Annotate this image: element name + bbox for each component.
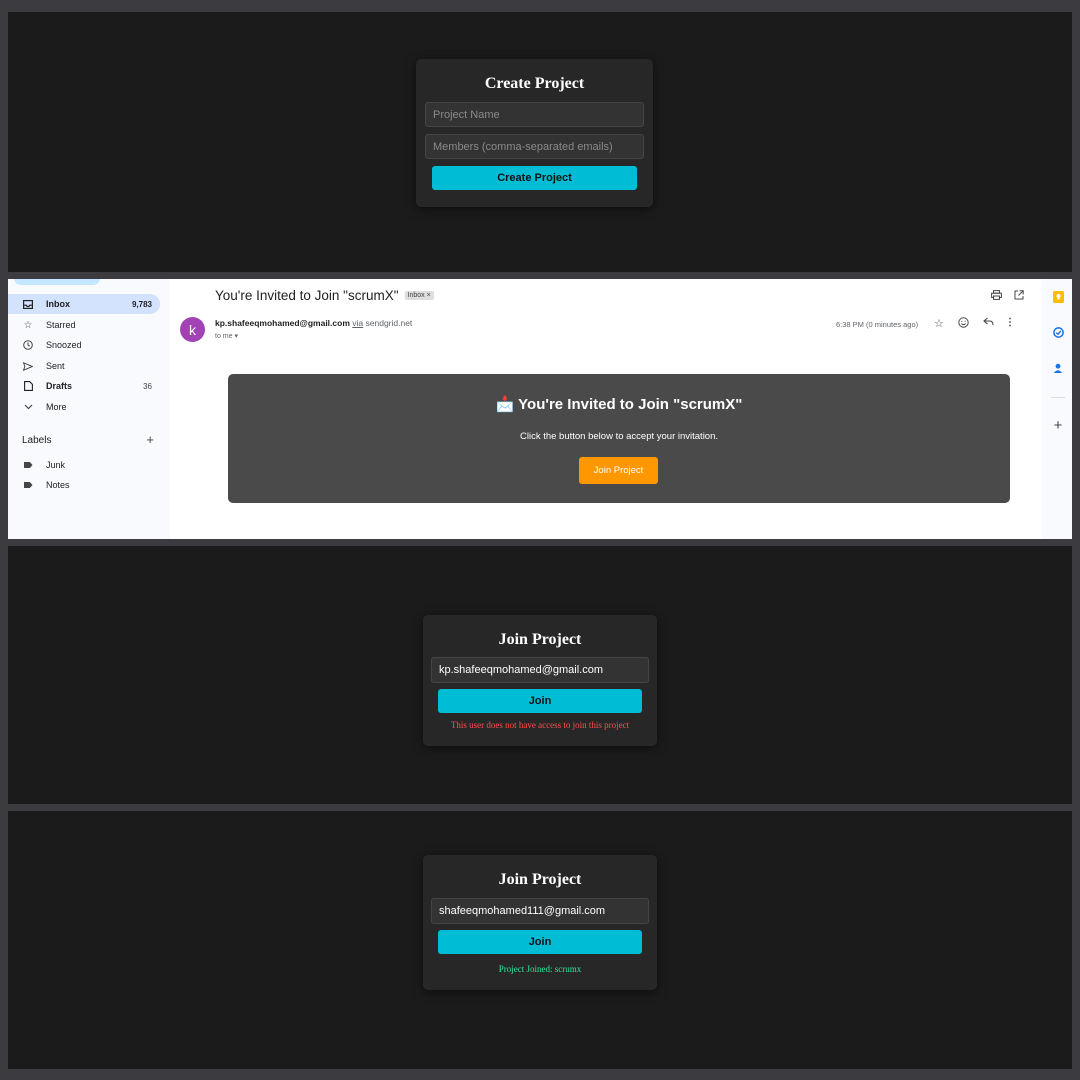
labels-heading: Labels xyxy=(22,435,52,446)
join-button[interactable]: Join xyxy=(438,689,642,713)
sidebar-item-label: More xyxy=(46,402,67,412)
draft-icon xyxy=(22,381,34,391)
star-icon[interactable]: ☆ xyxy=(934,317,944,331)
sidebar-item-label: Sent xyxy=(46,361,65,371)
avatar[interactable]: k xyxy=(180,317,205,342)
sidebar-item-label: Junk xyxy=(46,460,66,470)
inbox-icon xyxy=(22,299,34,309)
email-subject: You're Invited to Join "scrumX" Inbox × xyxy=(215,288,434,303)
sidebar-item-inbox[interactable]: Inbox 9,783 xyxy=(8,294,160,314)
join-project-card: Join Project shafeeqmohamed111@gmail.com… xyxy=(423,855,657,990)
sidebar-item-label: Notes xyxy=(46,480,70,490)
join-project-card: Join Project kp.shafeeqmohamed@gmail.com… xyxy=(423,615,657,746)
invitation-title: 📩 You're Invited to Join "scrumX" xyxy=(495,396,743,413)
labels-header: Labels + xyxy=(22,433,154,446)
add-addon-icon[interactable]: + xyxy=(1052,417,1064,434)
sidebar-item-label: Inbox xyxy=(46,299,70,309)
keep-icon[interactable] xyxy=(1052,291,1064,303)
more-vert-icon[interactable] xyxy=(1008,317,1012,331)
inbox-chip[interactable]: Inbox × xyxy=(404,291,434,300)
sidebar-item-starred[interactable]: ☆ Starred xyxy=(8,315,160,335)
print-icon[interactable] xyxy=(991,290,1002,303)
email-view: You're Invited to Join "scrumX" Inbox × … xyxy=(170,279,1042,539)
create-project-button[interactable]: Create Project xyxy=(432,166,637,190)
label-icon xyxy=(22,462,34,468)
sidebar-label-notes[interactable]: Notes xyxy=(8,475,160,495)
error-message: This user does not have access to join t… xyxy=(450,720,630,730)
via-domain: sendgrid.net xyxy=(365,318,413,328)
contacts-icon[interactable] xyxy=(1052,362,1064,374)
label-icon xyxy=(22,482,34,488)
tasks-icon[interactable] xyxy=(1052,326,1064,338)
email-top-actions xyxy=(991,290,1024,303)
gmail-invite-screen: Inbox 9,783 ☆ Starred Snoozed Sent Draft… xyxy=(8,279,1072,539)
inbox-count: 9,783 xyxy=(131,299,152,309)
subject-text: You're Invited to Join "scrumX" xyxy=(215,288,399,303)
rail-divider xyxy=(1051,397,1065,398)
join-project-error-screen: Join Project kp.shafeeqmohamed@gmail.com… xyxy=(8,546,1072,804)
join-project-button[interactable]: Join Project xyxy=(579,457,658,484)
sender-email[interactable]: kp.shafeeqmohamed@gmail.com xyxy=(215,318,350,328)
recipient-dropdown[interactable]: to me ▾ xyxy=(215,332,238,340)
email-timestamp: 6:38 PM (0 minutes ago) xyxy=(836,320,919,329)
email-actions: ☆ xyxy=(934,317,1012,331)
sidebar-item-label: Starred xyxy=(46,320,76,330)
reply-icon[interactable] xyxy=(983,317,994,331)
email-input[interactable]: kp.shafeeqmohamed@gmail.com xyxy=(431,657,649,683)
sidebar-item-snoozed[interactable]: Snoozed xyxy=(8,335,160,355)
emoji-icon[interactable] xyxy=(958,317,969,331)
sender-line: kp.shafeeqmohamed@gmail.com via sendgrid… xyxy=(215,318,412,328)
compose-button[interactable] xyxy=(14,279,100,285)
open-new-window-icon[interactable] xyxy=(1014,290,1024,303)
join-project-success-screen: Join Project shafeeqmohamed111@gmail.com… xyxy=(8,811,1072,1069)
via-link[interactable]: via xyxy=(352,318,363,328)
right-side-panel: + xyxy=(1042,279,1072,539)
success-message: Project Joined: scrumx xyxy=(498,964,582,974)
join-button[interactable]: Join xyxy=(438,930,642,954)
star-icon: ☆ xyxy=(23,319,33,331)
sidebar-item-sent[interactable]: Sent xyxy=(8,356,160,376)
sidebar-label-junk[interactable]: Junk xyxy=(8,455,160,475)
sidebar-item-label: Drafts xyxy=(46,381,73,391)
members-input[interactable]: Members (comma-separated emails) xyxy=(425,134,644,159)
invitation-text: Click the button below to accept your in… xyxy=(519,431,719,442)
invitation-email-body: 📩 You're Invited to Join "scrumX" Click … xyxy=(228,374,1010,503)
join-project-title: Join Project xyxy=(498,631,582,648)
sidebar-item-more[interactable]: More xyxy=(8,397,160,417)
project-name-input[interactable]: Project Name xyxy=(425,102,644,127)
drafts-count: 36 xyxy=(143,381,152,391)
add-label-icon[interactable]: + xyxy=(146,433,154,446)
sidebar-item-label: Snoozed xyxy=(46,340,82,350)
send-icon xyxy=(22,361,34,371)
clock-icon xyxy=(22,340,34,350)
create-project-title: Create Project xyxy=(484,75,585,92)
sidebar-item-drafts[interactable]: Drafts 36 xyxy=(8,376,160,396)
create-project-screen: Create Project Project Name Members (com… xyxy=(8,12,1072,272)
create-project-card: Create Project Project Name Members (com… xyxy=(416,59,653,207)
email-input[interactable]: shafeeqmohamed111@gmail.com xyxy=(431,898,649,924)
join-project-title: Join Project xyxy=(498,871,582,888)
gmail-sidebar: Inbox 9,783 ☆ Starred Snoozed Sent Draft… xyxy=(8,279,170,539)
chevron-down-icon xyxy=(22,404,34,410)
